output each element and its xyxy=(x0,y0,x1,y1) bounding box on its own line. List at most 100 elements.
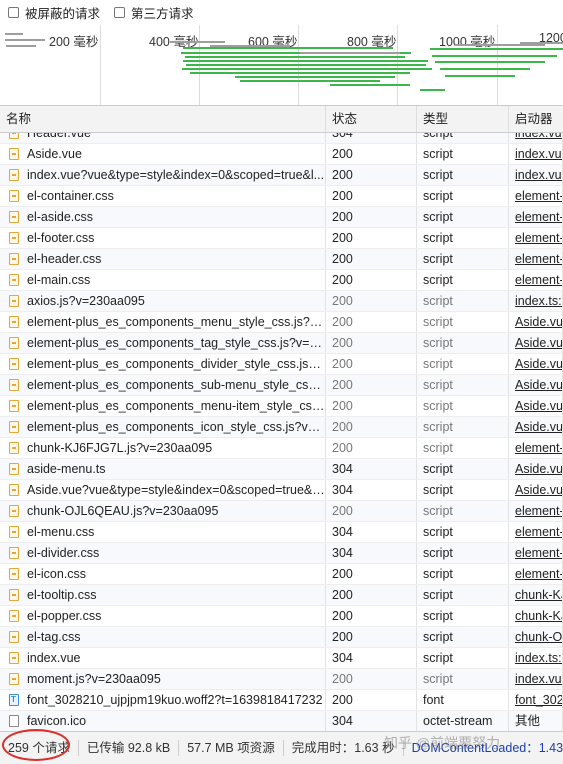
table-row[interactable]: Header.vue 304scriptindex.vue xyxy=(0,133,563,144)
table-row[interactable]: el-main.css 200scriptelement-p xyxy=(0,270,563,291)
table-row[interactable]: index.vue 304scriptindex.ts:2 xyxy=(0,648,563,669)
cell-initiator[interactable]: index.vue xyxy=(509,165,563,185)
cell-initiator[interactable]: Aside.vue xyxy=(509,396,563,416)
cell-name[interactable]: element-plus_es_components_menu-item_sty… xyxy=(0,396,326,416)
cell-name[interactable]: index.vue?vue&type=style&index=0&scoped=… xyxy=(0,165,326,185)
cell-initiator[interactable]: chunk-KJ xyxy=(509,606,563,626)
cell-initiator[interactable]: Aside.vue xyxy=(509,459,563,479)
cell-initiator[interactable]: font_3028 xyxy=(509,690,563,710)
cell-initiator[interactable]: element-p xyxy=(509,228,563,248)
script-file-icon xyxy=(9,295,19,307)
cell-name[interactable]: element-plus_es_components_icon_style_cs… xyxy=(0,417,326,437)
cell-initiator[interactable]: Aside.vue xyxy=(509,354,563,374)
table-row[interactable]: el-footer.css 200scriptelement-p xyxy=(0,228,563,249)
table-row[interactable]: el-icon.css 200scriptelement-p xyxy=(0,564,563,585)
cell-name[interactable]: el-header.css xyxy=(0,249,326,269)
table-row[interactable]: index.vue?vue&type=style&index=0&scoped=… xyxy=(0,165,563,186)
table-row[interactable]: el-popper.css 200 script chunk-KJ xyxy=(0,606,563,627)
cell-initiator[interactable]: index.ts:2 xyxy=(509,648,563,668)
cell-initiator[interactable]: chunk-OJ xyxy=(509,627,563,647)
table-row[interactable]: el-aside.css 200scriptelement-p xyxy=(0,207,563,228)
table-row[interactable]: Aside.vue 200scriptindex.vue xyxy=(0,144,563,165)
header-status[interactable]: 状态 xyxy=(326,106,417,132)
cell-name[interactable]: index.vue xyxy=(0,648,326,668)
table-row[interactable]: favicon.ico 304 octet-stream 其他 xyxy=(0,711,563,731)
cell-name[interactable]: el-tooltip.css xyxy=(0,585,326,605)
cell-initiator[interactable]: element-p xyxy=(509,543,563,563)
cell-initiator[interactable]: index.vue xyxy=(509,144,563,164)
cell-name[interactable]: el-aside.css xyxy=(0,207,326,227)
table-row[interactable]: moment.js?v=230aa095 200scriptindex.vue xyxy=(0,669,563,690)
cell-name[interactable]: font_3028210_ujpjpm19kuo.woff2?t=1639818… xyxy=(0,690,326,710)
cell-name[interactable]: el-tag.css xyxy=(0,627,326,647)
cell-initiator[interactable]: element-p xyxy=(509,186,563,206)
cell-name[interactable]: Header.vue xyxy=(0,133,326,143)
table-row[interactable]: el-header.css 200scriptelement-p xyxy=(0,249,563,270)
cell-name[interactable]: favicon.ico xyxy=(0,711,326,731)
cell-initiator[interactable]: Aside.vue xyxy=(509,312,563,332)
cell-initiator[interactable]: Aside.vue xyxy=(509,375,563,395)
cell-initiator[interactable]: element-p xyxy=(509,522,563,542)
cell-name[interactable]: aside-menu.ts xyxy=(0,459,326,479)
table-row[interactable]: element-plus_es_components_divider_style… xyxy=(0,354,563,375)
table-row[interactable]: el-tooltip.css 200 script chunk-KJ xyxy=(0,585,563,606)
third-party-filter[interactable]: 第三方请求 xyxy=(114,3,194,22)
cell-initiator[interactable]: chunk-KJ xyxy=(509,585,563,605)
cell-name[interactable]: element-plus_es_components_divider_style… xyxy=(0,354,326,374)
table-row[interactable]: chunk-OJL6QEAU.js?v=230aa095 200 script ele… xyxy=(0,501,563,522)
table-row[interactable]: Aside.vue?vue&type=style&index=0&scoped=… xyxy=(0,480,563,501)
cell-name[interactable]: Aside.vue?vue&type=style&index=0&scoped=… xyxy=(0,480,326,500)
timeline-overview[interactable]: 200 毫秒 400 毫秒 600 毫秒 800 毫秒 1000 毫秒 1200 xyxy=(0,25,563,106)
table-row[interactable]: el-container.css 200scriptelement-p xyxy=(0,186,563,207)
table-row[interactable]: element-plus_es_components_menu-item_sty… xyxy=(0,396,563,417)
table-row[interactable]: el-menu.css 304scriptelement-p xyxy=(0,522,563,543)
table-row[interactable]: element-plus_es_components_menu_style_cs… xyxy=(0,312,563,333)
cell-name[interactable]: element-plus_es_components_sub-menu_styl… xyxy=(0,375,326,395)
cell-name[interactable]: chunk-OJL6QEAU.js?v=230aa095 xyxy=(0,501,326,521)
cell-initiator[interactable]: element-p xyxy=(509,564,563,584)
cell-name[interactable]: el-container.css xyxy=(0,186,326,206)
cell-name[interactable]: el-main.css xyxy=(0,270,326,290)
header-initiator[interactable]: 启动器 xyxy=(509,106,563,132)
blocked-requests-checkbox[interactable] xyxy=(8,7,19,18)
cell-name[interactable]: chunk-KJ6FJG7L.js?v=230aa095 xyxy=(0,438,326,458)
cell-initiator[interactable]: element-p xyxy=(509,207,563,227)
table-row[interactable]: el-tag.css 200scriptchunk-OJ xyxy=(0,627,563,648)
cell-name[interactable]: el-divider.css xyxy=(0,543,326,563)
cell-initiator[interactable]: element-p xyxy=(509,249,563,269)
cell-initiator[interactable]: Aside.vue xyxy=(509,480,563,500)
request-list[interactable]: Header.vue304scriptindex.vueAside.vue200… xyxy=(0,133,563,731)
cell-status: 304 xyxy=(326,459,417,479)
header-name[interactable]: 名称 xyxy=(0,106,326,132)
header-type[interactable]: 类型 xyxy=(417,106,509,132)
table-row[interactable]: element-plus_es_components_tag_style_css… xyxy=(0,333,563,354)
blocked-requests-filter[interactable]: 被屏蔽的请求 xyxy=(8,3,100,22)
cell-initiator[interactable]: index.ts:1 xyxy=(509,291,563,311)
cell-initiator[interactable]: Aside.vue xyxy=(509,417,563,437)
cell-initiator[interactable]: index.vue xyxy=(509,669,563,689)
table-row[interactable]: font_3028210_ujpjpm19kuo.woff2?t=1639818… xyxy=(0,690,563,711)
cell-initiator[interactable]: element-p xyxy=(509,270,563,290)
cell-name[interactable]: el-footer.css xyxy=(0,228,326,248)
cell-name[interactable]: element-plus_es_components_menu_style_cs… xyxy=(0,312,326,332)
cell-name[interactable]: element-plus_es_components_tag_style_css… xyxy=(0,333,326,353)
cell-initiator[interactable]: element-p xyxy=(509,438,563,458)
table-row[interactable]: element-plus_es_components_icon_style_cs… xyxy=(0,417,563,438)
third-party-checkbox[interactable] xyxy=(114,7,126,18)
cell-name[interactable]: el-icon.css xyxy=(0,564,326,584)
table-row[interactable]: axios.js?v=230aa095 200scriptindex.ts:1 xyxy=(0,291,563,312)
cell-name[interactable]: moment.js?v=230aa095 xyxy=(0,669,326,689)
table-row[interactable]: aside-menu.ts 304scriptAside.vue xyxy=(0,459,563,480)
cell-name[interactable]: axios.js?v=230aa095 xyxy=(0,291,326,311)
cell-name[interactable]: Aside.vue xyxy=(0,144,326,164)
table-row[interactable]: el-divider.css 304scriptelement-p xyxy=(0,543,563,564)
cell-initiator[interactable]: element-p xyxy=(509,501,563,521)
cell-initiator[interactable]: index.vue xyxy=(509,133,563,143)
request-name: element-plus_es_components_divider_style… xyxy=(27,357,325,371)
cell-name[interactable]: el-popper.css xyxy=(0,606,326,626)
table-row[interactable]: chunk-KJ6FJG7L.js?v=230aa095 200 script ele… xyxy=(0,438,563,459)
cell-name[interactable]: el-menu.css xyxy=(0,522,326,542)
cell-initiator[interactable]: Aside.vue xyxy=(509,333,563,353)
timeline-segment xyxy=(445,75,515,77)
table-row[interactable]: element-plus_es_components_sub-menu_styl… xyxy=(0,375,563,396)
